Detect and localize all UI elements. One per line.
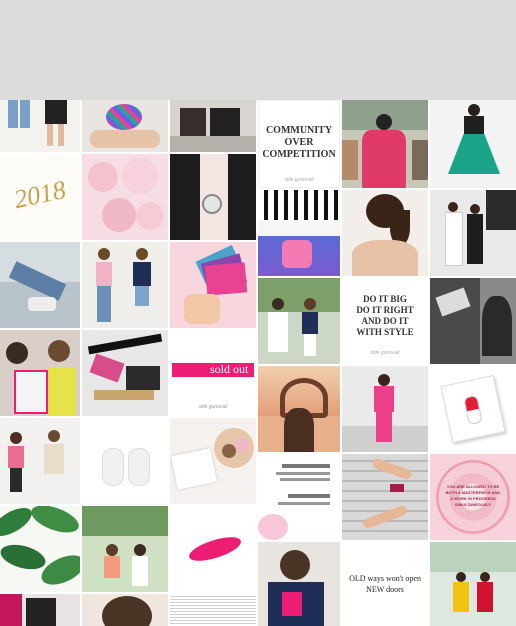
- pink-brushstroke: [186, 533, 244, 565]
- soldout-tile[interactable]: sold out stile gunovali: [170, 330, 256, 416]
- photo-tile-women-brick[interactable]: [430, 190, 516, 276]
- top-bar: [0, 0, 516, 100]
- soldout-signature: stile gunovali: [198, 404, 228, 410]
- photo-tile-hand-stairs[interactable]: [342, 454, 428, 540]
- photo-tile-palm-leaves[interactable]: [0, 506, 80, 592]
- photo-tile-leather-jacket[interactable]: [170, 154, 256, 240]
- photo-tile-peonies[interactable]: [82, 154, 168, 240]
- community-line-2: OVER: [284, 137, 314, 148]
- doitbig-signature: stile gunovali: [370, 350, 400, 356]
- photo-tile-black-white[interactable]: [430, 278, 516, 364]
- photo-tile-pink-brush[interactable]: [170, 506, 256, 592]
- photo-tile-quote-card[interactable]: [258, 454, 340, 540]
- photo-tile-couple-trees[interactable]: [82, 506, 168, 592]
- oldways-line-1: OLD ways won't open: [349, 574, 421, 583]
- doitbig-line-1: DO IT BIG: [363, 294, 407, 304]
- photo-tile-two-bloggers[interactable]: [258, 278, 340, 364]
- oldways-tile[interactable]: OLD ways won't open NEW doors: [342, 542, 428, 626]
- photo-tile-girls-pink[interactable]: [0, 330, 80, 416]
- community-tile[interactable]: COMMUNITY OVER COMPETITION stile gunoval…: [258, 100, 340, 188]
- photo-tile-teal-dress[interactable]: [430, 100, 516, 188]
- rose-tile[interactable]: YOU ARE ALLOWED TO BE BOTH A MASTERPIECE…: [430, 454, 516, 540]
- doitbig-tile[interactable]: DO IT BIG DO IT RIGHT AND DO IT WITH STY…: [342, 278, 428, 364]
- doitbig-line-3: AND DO IT: [361, 316, 409, 326]
- year-tile[interactable]: 2018: [0, 154, 80, 240]
- photo-tile-pink-dress-crowd[interactable]: [342, 100, 428, 188]
- photo-tile-woman-hat[interactable]: [258, 542, 340, 626]
- doitbig-line-2: DO IT RIGHT: [356, 305, 414, 315]
- photo-tile-woman-standing[interactable]: [82, 242, 168, 328]
- photo-tile-hair[interactable]: [82, 594, 168, 626]
- photo-tile-pill-envelope[interactable]: [430, 366, 516, 452]
- year-text: 2018: [11, 174, 69, 215]
- oldways-line-2: NEW doors: [366, 585, 404, 594]
- doitbig-line-4: WITH STYLE: [356, 327, 414, 337]
- soldout-text: sold out: [210, 362, 249, 376]
- photo-tile-confetti[interactable]: [82, 100, 168, 152]
- photo-tile-swatches[interactable]: [170, 242, 256, 328]
- photo-tile-stripes[interactable]: [170, 594, 256, 626]
- photo-tile-yellow-red[interactable]: [430, 542, 516, 626]
- photo-tile-jeans-legs[interactable]: [0, 100, 80, 152]
- photo-tile-shoes-bench[interactable]: [0, 242, 80, 328]
- photo-grid: 2018 sold out stile gunovali COMMUNITY O…: [0, 100, 516, 626]
- community-signature: stile gunovali: [284, 177, 314, 183]
- community-line-1: COMMUNITY: [265, 125, 333, 136]
- photo-tile-two-women[interactable]: [0, 418, 80, 504]
- photo-tile-accessories[interactable]: [82, 330, 168, 416]
- photo-tile-white-sneakers[interactable]: [82, 418, 168, 504]
- photo-tile-desk-flatlay[interactable]: [170, 418, 256, 504]
- photo-tile-piano[interactable]: [258, 190, 340, 276]
- photo-tile-pink-suit[interactable]: [342, 366, 428, 452]
- community-line-3: COMPETITION: [262, 149, 336, 160]
- photo-tile-woman-red[interactable]: [0, 594, 80, 626]
- photo-tile-ponytail[interactable]: [342, 190, 428, 276]
- photo-tile-friends-sitting[interactable]: [170, 100, 256, 152]
- rose-quote: YOU ARE ALLOWED TO BE BOTH A MASTERPIECE…: [445, 484, 501, 507]
- photo-tile-heart-hands[interactable]: [258, 366, 340, 452]
